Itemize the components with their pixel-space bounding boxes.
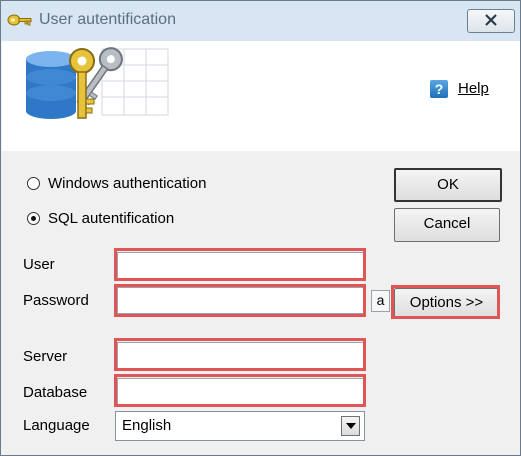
language-select[interactable]: English (115, 411, 365, 441)
sql-auth-label: SQL autentification (48, 210, 175, 227)
server-highlight (114, 338, 366, 371)
ok-button[interactable]: OK (394, 168, 502, 202)
sql-auth-option[interactable]: SQL autentification (27, 210, 174, 227)
close-icon (485, 14, 497, 26)
server-label: Server (23, 348, 68, 365)
windows-auth-radio[interactable] (27, 177, 40, 190)
user-highlight (114, 248, 366, 281)
database-label: Database (23, 384, 88, 401)
language-label: Language (23, 417, 90, 434)
database-keys-icon (26, 47, 169, 119)
database-highlight (114, 374, 366, 407)
close-button[interactable] (467, 9, 515, 33)
cancel-button[interactable]: Cancel (394, 208, 500, 242)
password-highlight (114, 284, 366, 317)
help-icon[interactable]: ? (430, 80, 448, 98)
windows-auth-option[interactable]: Windows authentication (27, 175, 206, 192)
dialog-window: User autentification ? Help Windows auth… (0, 0, 521, 456)
window-title: User autentification (39, 11, 176, 28)
key-icon (7, 14, 32, 26)
options-highlight (391, 285, 500, 319)
windows-auth-label: Windows authentication (48, 175, 207, 192)
help-link[interactable]: Help (458, 80, 489, 97)
header-banner: ? Help (2, 41, 520, 151)
password-label: Password (23, 292, 89, 309)
show-password-button[interactable]: a (371, 290, 390, 312)
sql-auth-radio[interactable] (27, 212, 40, 225)
chevron-down-icon[interactable] (341, 416, 360, 436)
user-label: User (23, 256, 55, 273)
title-bar: User autentification (1, 1, 520, 41)
language-value: English (122, 417, 172, 434)
